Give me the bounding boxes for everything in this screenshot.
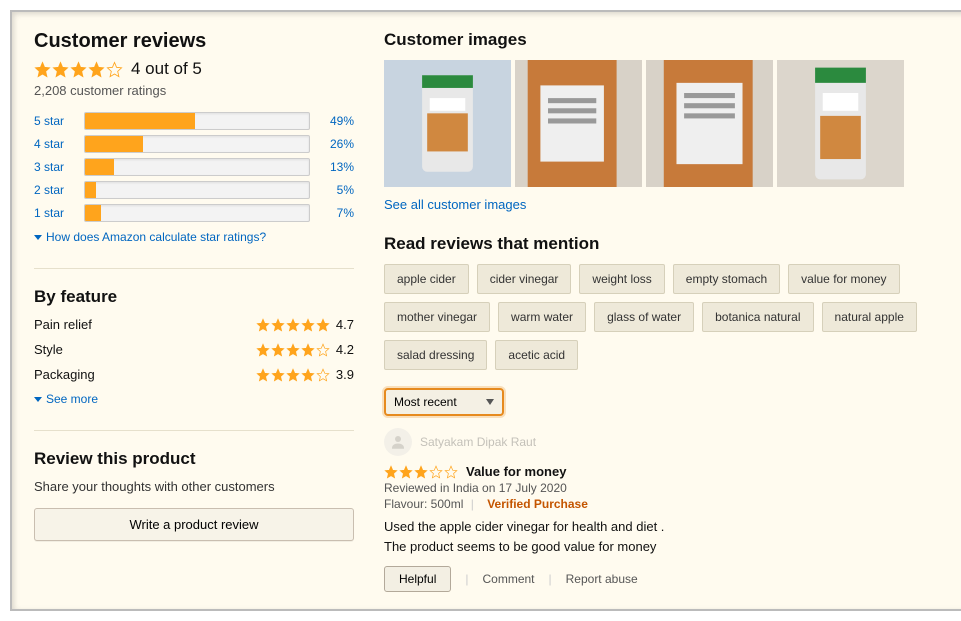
histogram-bar xyxy=(84,181,310,199)
histogram-label: 5 star xyxy=(34,114,74,128)
customer-images-row xyxy=(384,60,947,187)
mention-tag[interactable]: salad dressing xyxy=(384,340,487,370)
review-this-heading: Review this product xyxy=(34,449,354,469)
overall-rating-text: 4 out of 5 xyxy=(131,59,202,79)
calc-ratings-link[interactable]: How does Amazon calculate star ratings? xyxy=(34,230,354,244)
feature-stars xyxy=(256,318,330,332)
mention-tag[interactable]: glass of water xyxy=(594,302,694,332)
reviewer-name[interactable]: Satyakam Dipak Raut xyxy=(420,435,536,449)
mention-tag[interactable]: empty stomach xyxy=(673,264,780,294)
avatar xyxy=(384,428,412,456)
feature-name: Style xyxy=(34,342,63,357)
histogram-row[interactable]: 1 star 7% xyxy=(34,204,354,222)
sort-dropdown[interactable]: Most recent xyxy=(384,388,504,416)
review-title[interactable]: Value for money xyxy=(466,464,566,479)
helpful-button[interactable]: Helpful xyxy=(384,566,451,592)
mentions-heading: Read reviews that mention xyxy=(384,234,947,254)
histogram-pct: 26% xyxy=(320,137,354,151)
mention-tag[interactable]: botanica natural xyxy=(702,302,813,332)
mention-tag[interactable]: mother vinegar xyxy=(384,302,490,332)
feature-score: 3.9 xyxy=(336,367,354,382)
see-all-images-link[interactable]: See all customer images xyxy=(384,197,947,212)
overall-stars xyxy=(34,61,123,78)
feature-row: Style 4.2 xyxy=(34,342,354,357)
feature-stars xyxy=(256,343,330,357)
review-cta-text: Share your thoughts with other customers xyxy=(34,479,354,494)
histogram-pct: 5% xyxy=(320,183,354,197)
review-variant: Flavour: 500ml | Verified Purchase xyxy=(384,497,947,511)
histogram-label: 2 star xyxy=(34,183,74,197)
histogram-label: 3 star xyxy=(34,160,74,174)
write-review-button[interactable]: Write a product review xyxy=(34,508,354,541)
customer-image-thumb[interactable] xyxy=(515,60,642,187)
histogram-pct: 7% xyxy=(320,206,354,220)
feature-name: Pain relief xyxy=(34,317,92,332)
histogram-bar xyxy=(84,135,310,153)
histogram-row[interactable]: 3 star 13% xyxy=(34,158,354,176)
mention-tag[interactable]: weight loss xyxy=(579,264,664,294)
histogram-pct: 13% xyxy=(320,160,354,174)
report-abuse-link[interactable]: Report abuse xyxy=(566,572,638,586)
chevron-down-icon xyxy=(34,397,42,402)
chevron-down-icon xyxy=(34,235,42,240)
histogram-row[interactable]: 5 star 49% xyxy=(34,112,354,130)
mention-tag[interactable]: apple cider xyxy=(384,264,469,294)
review-body: Used the apple cider vinegar for health … xyxy=(384,517,947,556)
customer-reviews-heading: Customer reviews xyxy=(34,30,354,53)
chevron-down-icon xyxy=(486,399,494,405)
histogram-bar xyxy=(84,112,310,130)
histogram-row[interactable]: 4 star 26% xyxy=(34,135,354,153)
customer-image-thumb[interactable] xyxy=(777,60,904,187)
review-meta: Reviewed in India on 17 July 2020 xyxy=(384,481,947,495)
review-stars xyxy=(384,465,458,479)
histogram-bar xyxy=(84,204,310,222)
customer-image-thumb[interactable] xyxy=(646,60,773,187)
histogram-pct: 49% xyxy=(320,114,354,128)
ratings-count: 2,208 customer ratings xyxy=(34,83,354,98)
feature-row: Packaging 3.9 xyxy=(34,367,354,382)
customer-image-thumb[interactable] xyxy=(384,60,511,187)
verified-purchase-badge: Verified Purchase xyxy=(487,497,588,511)
mention-tag[interactable]: warm water xyxy=(498,302,586,332)
feature-name: Packaging xyxy=(34,367,95,382)
mention-tag[interactable]: acetic acid xyxy=(495,340,578,370)
histogram-bar xyxy=(84,158,310,176)
feature-score: 4.2 xyxy=(336,342,354,357)
feature-stars xyxy=(256,368,330,382)
histogram-label: 1 star xyxy=(34,206,74,220)
feature-row: Pain relief 4.7 xyxy=(34,317,354,332)
mention-tag[interactable]: value for money xyxy=(788,264,899,294)
see-more-features[interactable]: See more xyxy=(34,392,354,406)
mention-tag[interactable]: natural apple xyxy=(822,302,917,332)
mention-tag[interactable]: cider vinegar xyxy=(477,264,572,294)
by-feature-heading: By feature xyxy=(34,287,354,307)
feature-score: 4.7 xyxy=(336,317,354,332)
histogram-label: 4 star xyxy=(34,137,74,151)
comment-link[interactable]: Comment xyxy=(482,572,534,586)
customer-images-heading: Customer images xyxy=(384,30,947,50)
histogram-row[interactable]: 2 star 5% xyxy=(34,181,354,199)
